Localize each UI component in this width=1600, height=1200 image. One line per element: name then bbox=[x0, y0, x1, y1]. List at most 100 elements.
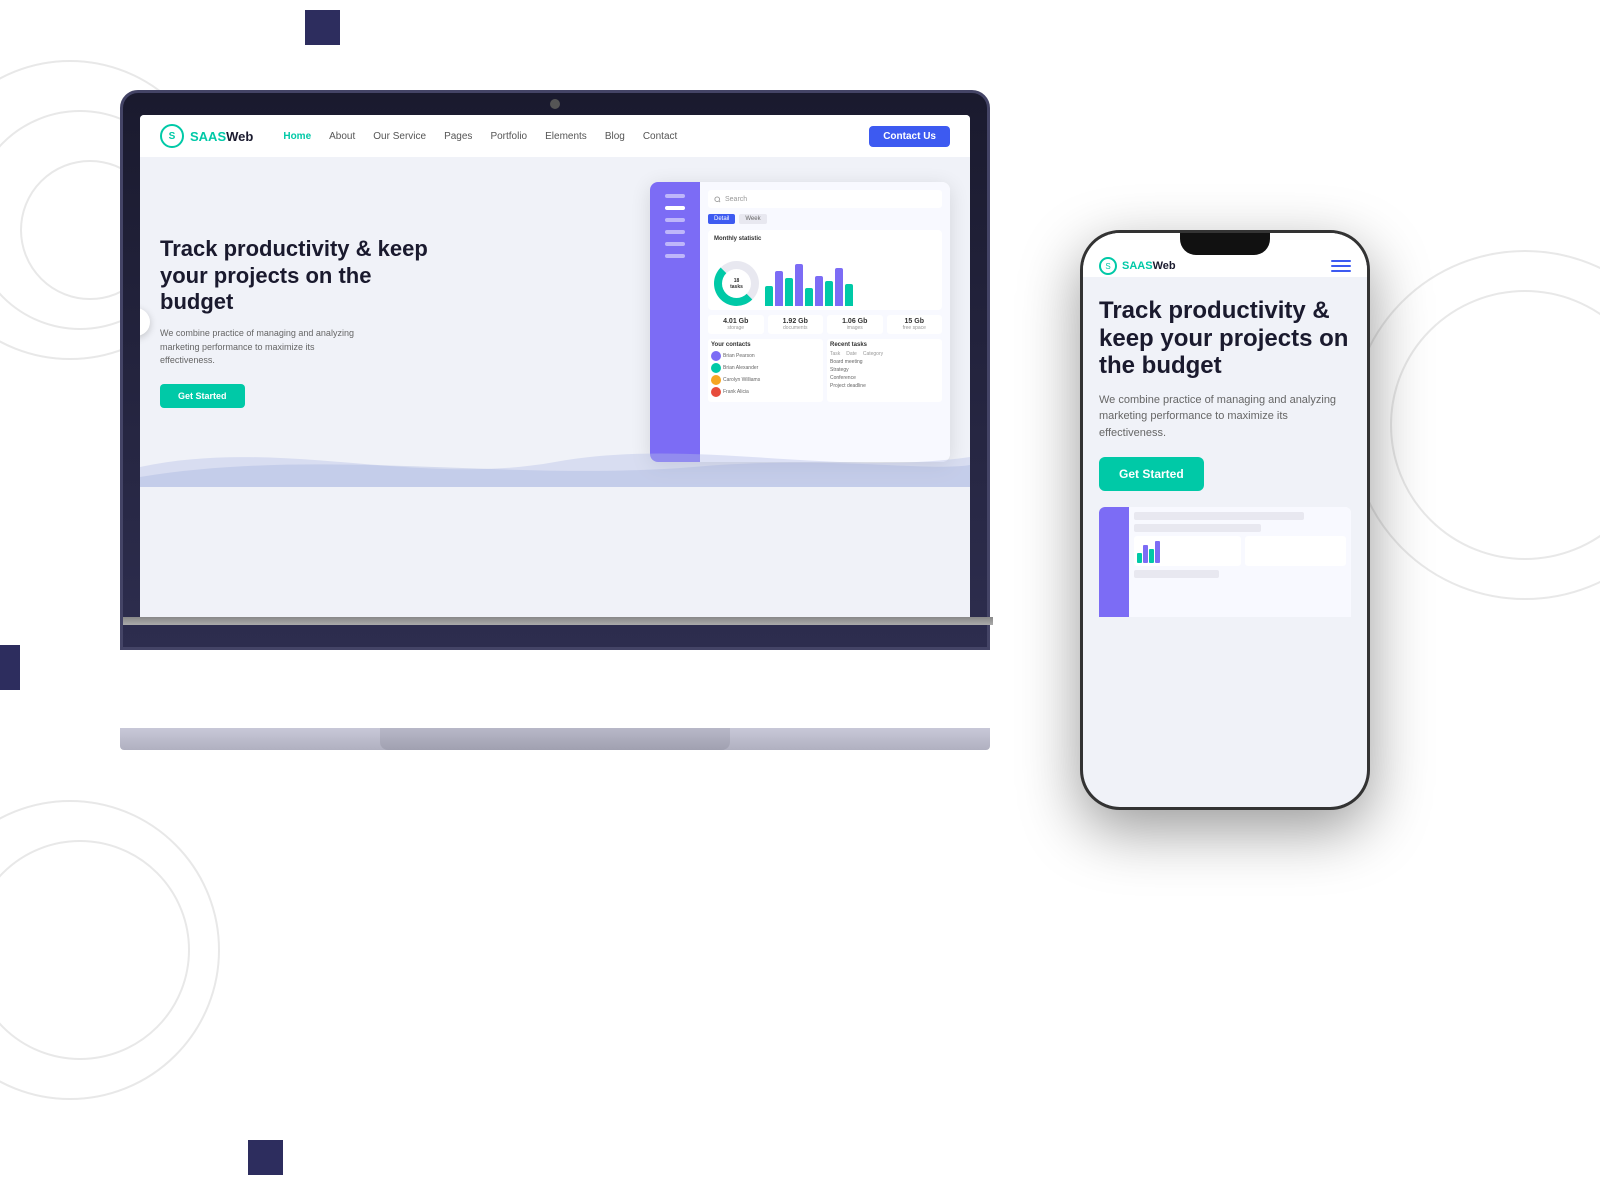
dash-nav-dot-6 bbox=[665, 254, 685, 258]
phone-get-started-button[interactable]: Get Started bbox=[1099, 457, 1204, 491]
bar-4 bbox=[795, 264, 803, 306]
nav-contact[interactable]: Contact bbox=[643, 131, 677, 142]
bg-square-left bbox=[0, 645, 20, 690]
hero-description: We combine practice of managing and anal… bbox=[160, 327, 360, 368]
bg-square-top bbox=[305, 10, 340, 45]
phone-dash-sidebar bbox=[1099, 507, 1129, 617]
phone-logo-text: SAASWeb bbox=[1122, 260, 1176, 272]
site-navigation: S SAASWeb Home About Our Service Pages P… bbox=[140, 115, 970, 157]
dash-stat-images: 1.06 Gb images bbox=[827, 315, 883, 334]
dash-tab-bar: Detail Week bbox=[708, 214, 942, 224]
dash-stat-val-1: 4.01 Gb bbox=[711, 318, 761, 325]
contact-avatar-2 bbox=[711, 363, 721, 373]
phone-bar-3 bbox=[1149, 549, 1154, 563]
dash-nav-dot-1 bbox=[665, 194, 685, 198]
bar-9 bbox=[845, 284, 853, 306]
nav-elements[interactable]: Elements bbox=[545, 131, 587, 142]
dashboard-mockup: Search Detail Week Monthly statistic bbox=[650, 182, 950, 462]
dash-sidebar bbox=[650, 182, 700, 462]
nav-blog[interactable]: Blog bbox=[605, 131, 625, 142]
phone-screen: S SAASWeb Track productivity & keep your… bbox=[1083, 233, 1367, 807]
dash-nav-dot-2 bbox=[665, 206, 685, 210]
phone-bar-2 bbox=[1143, 545, 1148, 563]
contact-row-4: Frank Alicia bbox=[711, 387, 820, 397]
logo-text: SAASWeb bbox=[190, 129, 253, 144]
phone-hero-section: Track productivity & keep your projects … bbox=[1083, 277, 1367, 617]
phone-bar-1 bbox=[1137, 553, 1142, 563]
phone-logo-prefix: SAAS bbox=[1122, 260, 1153, 272]
phone-notch bbox=[1180, 233, 1270, 255]
menu-bar-3 bbox=[1331, 270, 1351, 272]
task-row-3: Conference bbox=[830, 375, 939, 381]
nav-pages[interactable]: Pages bbox=[444, 131, 472, 142]
laptop-screen: S SAASWeb Home About Our Service Pages P… bbox=[140, 115, 970, 625]
phone-dash-row-3 bbox=[1134, 570, 1219, 578]
site-logo: S SAASWeb bbox=[160, 124, 253, 148]
get-started-button[interactable]: Get Started bbox=[160, 384, 245, 408]
task-row-2: Strategy bbox=[830, 367, 939, 373]
dash-chart-title: Monthly statistic bbox=[714, 236, 936, 242]
dash-stat-label-4: free space bbox=[890, 325, 940, 331]
hero-content-left: Track productivity & keep your projects … bbox=[160, 236, 440, 408]
contact-name-3: Carolyn Williams bbox=[723, 377, 760, 383]
menu-bar-2 bbox=[1331, 265, 1351, 267]
dash-contacts-table: Your contacts Brian Pearson Brian Alexan… bbox=[708, 339, 823, 402]
phone-dash-mini-charts bbox=[1134, 536, 1346, 566]
phone-logo-icon: S bbox=[1099, 257, 1117, 275]
nav-about[interactable]: About bbox=[329, 131, 355, 142]
phone-dash-row-1 bbox=[1134, 512, 1304, 520]
prev-arrow-button[interactable] bbox=[140, 308, 150, 336]
nav-our-service[interactable]: Our Service bbox=[373, 131, 426, 142]
bar-6 bbox=[815, 276, 823, 306]
contact-row-2: Brian Alexander bbox=[711, 363, 820, 373]
contact-avatar-1 bbox=[711, 351, 721, 361]
phone-hero-desc: We combine practice of managing and anal… bbox=[1099, 392, 1351, 442]
nav-home[interactable]: Home bbox=[283, 131, 311, 142]
dash-tables-area: Your contacts Brian Pearson Brian Alexan… bbox=[708, 339, 942, 402]
dash-search-bar[interactable]: Search bbox=[708, 190, 942, 208]
phone-bar-4 bbox=[1155, 541, 1160, 563]
dash-tab-detail[interactable]: Detail bbox=[708, 214, 735, 224]
contact-name-1: Brian Pearson bbox=[723, 353, 755, 359]
laptop-body: S SAASWeb Home About Our Service Pages P… bbox=[120, 90, 990, 650]
laptop-hinge bbox=[123, 617, 993, 625]
contact-button[interactable]: Contact Us bbox=[869, 126, 950, 147]
phone-logo: S SAASWeb bbox=[1099, 257, 1176, 275]
dash-search-placeholder: Search bbox=[725, 196, 747, 203]
dash-stat-val-4: 15 Gb bbox=[890, 318, 940, 325]
dash-main-content: Search Detail Week Monthly statistic bbox=[700, 182, 950, 462]
task-row-1: Board meeting bbox=[830, 359, 939, 365]
bar-2 bbox=[775, 271, 783, 306]
phone-hamburger-button[interactable] bbox=[1331, 260, 1351, 272]
dash-stat-label-3: images bbox=[830, 325, 880, 331]
phone-hero-title: Track productivity & keep your projects … bbox=[1099, 297, 1351, 380]
phone-dashboard-preview bbox=[1099, 507, 1351, 617]
dash-stat-label-1: storage bbox=[711, 325, 761, 331]
contacts-title: Your contacts bbox=[711, 342, 820, 348]
laptop-stand bbox=[380, 728, 730, 750]
dash-nav-dot-5 bbox=[665, 242, 685, 246]
dash-stat-free: 15 Gb free space bbox=[887, 315, 943, 334]
hero-wave bbox=[140, 427, 970, 487]
dash-tab-week[interactable]: Week bbox=[739, 214, 766, 224]
laptop-device: S SAASWeb Home About Our Service Pages P… bbox=[120, 90, 1020, 750]
bg-square-bottom bbox=[248, 1140, 283, 1175]
dash-donut-label: 18tasks bbox=[730, 278, 743, 290]
contact-avatar-3 bbox=[711, 375, 721, 385]
dash-stat-val-3: 1.06 Gb bbox=[830, 318, 880, 325]
dash-stat-val-2: 1.92 Gb bbox=[771, 318, 821, 325]
logo-icon: S bbox=[160, 124, 184, 148]
logo-suffix: Web bbox=[226, 129, 253, 144]
phone-body: S SAASWeb Track productivity & keep your… bbox=[1080, 230, 1370, 810]
nav-portfolio[interactable]: Portfolio bbox=[490, 131, 527, 142]
contact-row-1: Brian Pearson bbox=[711, 351, 820, 361]
bar-3 bbox=[785, 278, 793, 306]
bar-1 bbox=[765, 286, 773, 306]
dash-stat-documents: 1.92 Gb documents bbox=[768, 315, 824, 334]
site-menu: Home About Our Service Pages Portfolio E… bbox=[283, 131, 869, 142]
dash-donut-chart: 18tasks bbox=[714, 261, 759, 306]
dash-stat-storage: 4.01 Gb storage bbox=[708, 315, 764, 334]
bar-7 bbox=[825, 281, 833, 306]
contact-row-3: Carolyn Williams bbox=[711, 375, 820, 385]
hero-title: Track productivity & keep your projects … bbox=[160, 236, 440, 315]
